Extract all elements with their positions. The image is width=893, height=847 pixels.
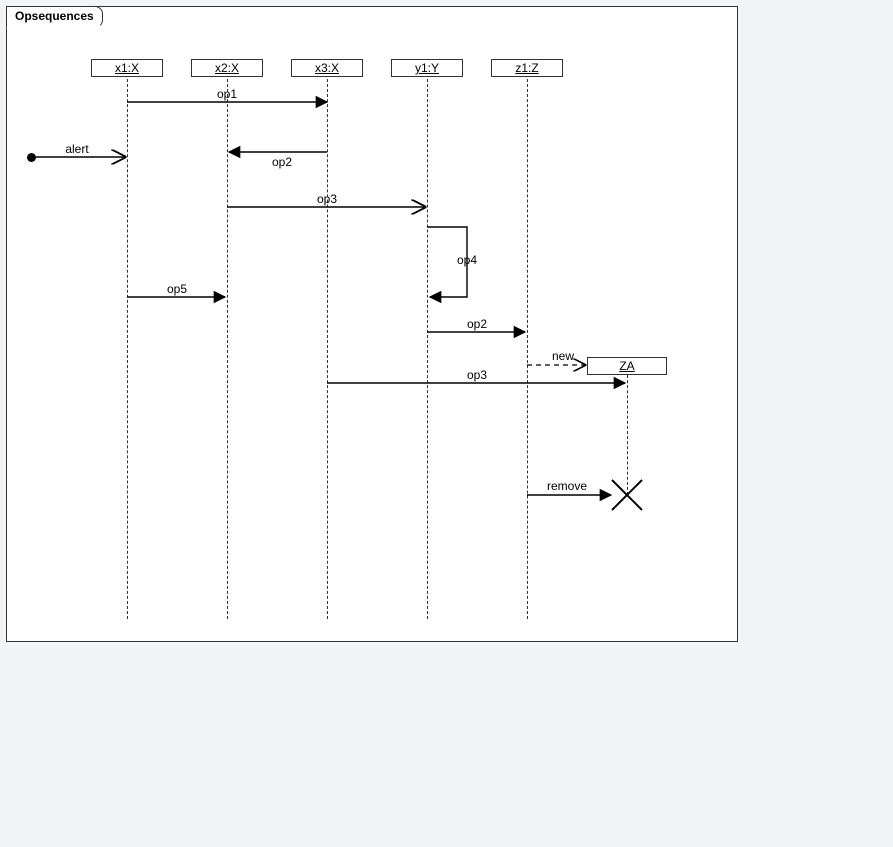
page: Opsequences x1:X x2:X x3:X y1:Y z1:Z ZA bbox=[0, 0, 893, 847]
label-alert: alert bbox=[57, 142, 97, 156]
destroy-icon bbox=[612, 480, 642, 510]
label-op5: op5 bbox=[157, 282, 197, 296]
sequence-frame: Opsequences x1:X x2:X x3:X y1:Y z1:Z ZA bbox=[6, 6, 738, 642]
label-op4: op4 bbox=[447, 253, 487, 267]
arrows-layer bbox=[7, 7, 739, 643]
label-op2a: op2 bbox=[262, 155, 302, 169]
label-op2b: op2 bbox=[457, 317, 497, 331]
label-op3b: op3 bbox=[457, 368, 497, 382]
label-op3a: op3 bbox=[307, 192, 347, 206]
label-new: new bbox=[543, 349, 583, 363]
label-op1: op1 bbox=[207, 87, 247, 101]
label-remove: remove bbox=[542, 479, 592, 493]
